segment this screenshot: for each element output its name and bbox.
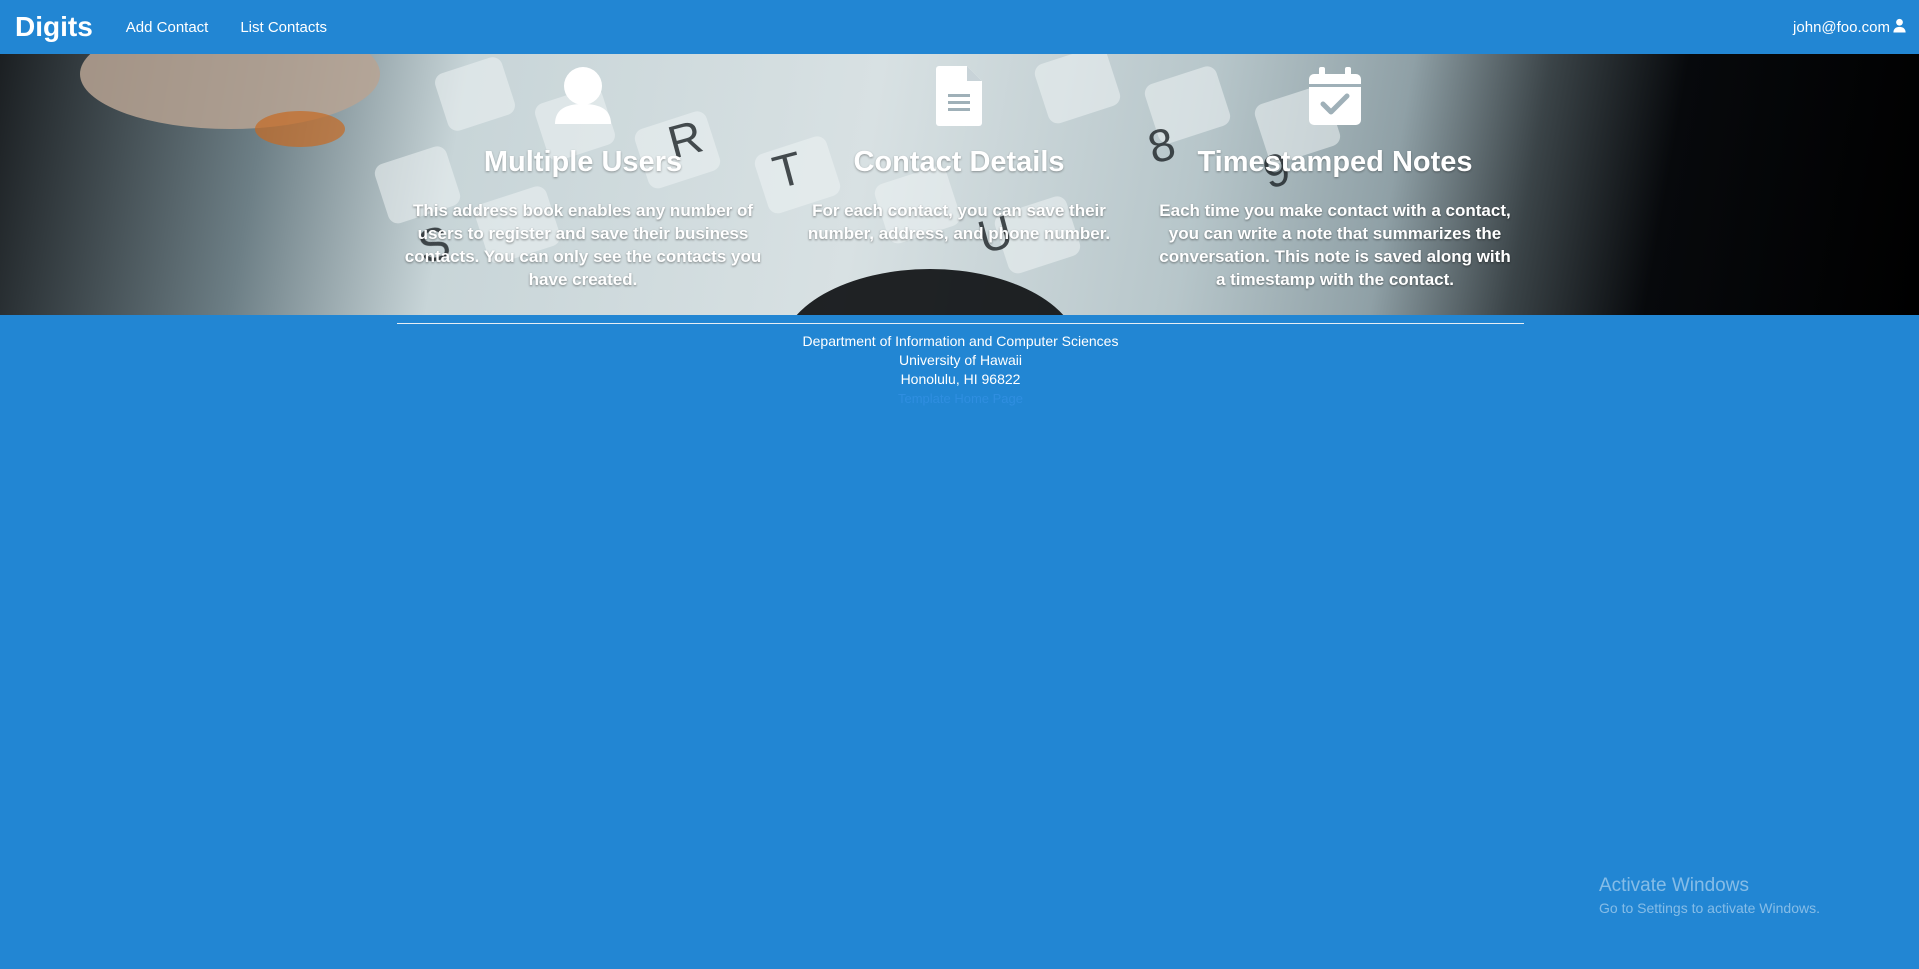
nav-list-contacts[interactable]: List Contacts xyxy=(240,19,327,36)
watermark-subtitle: Go to Settings to activate Windows. xyxy=(1599,900,1820,916)
feature-title: Multiple Users xyxy=(483,146,683,178)
calendar-check-icon xyxy=(1309,66,1361,126)
feature-title: Contact Details xyxy=(853,146,1065,178)
file-icon xyxy=(936,66,982,126)
watermark-title: Activate Windows xyxy=(1599,875,1749,896)
feature-description: This address book enables any number of … xyxy=(404,201,762,289)
feature-description: Each time you make contact with a contac… xyxy=(1159,201,1511,289)
footer-address: Honolulu, HI 96822 xyxy=(900,371,1021,387)
windows-activation-watermark: Activate Windows Go to Settings to activ… xyxy=(1599,875,1820,916)
feature-multiple-users: Multiple Users This address book enables… xyxy=(395,54,771,315)
features-row: Multiple Users This address book enables… xyxy=(395,54,1525,315)
navbar: Digits Add Contact List Contacts john@fo… xyxy=(0,0,1919,54)
user-menu[interactable]: john@foo.com xyxy=(1793,18,1907,37)
feature-description: For each contact, you can save their num… xyxy=(807,201,1111,243)
hero-banner: R T U 8 9 S Multiple Users This address … xyxy=(0,54,1919,315)
user-email: john@foo.com xyxy=(1793,19,1890,36)
template-home-link[interactable]: Template Home Page xyxy=(397,389,1524,408)
user-icon xyxy=(553,66,613,126)
feature-timestamped-notes: Timestamped Notes Each time you make con… xyxy=(1147,54,1523,315)
footer-department: Department of Information and Computer S… xyxy=(802,333,1119,349)
footer: Department of Information and Computer S… xyxy=(397,323,1524,408)
feature-contact-details: Contact Details For each contact, you ca… xyxy=(771,54,1147,315)
footer-university: University of Hawaii xyxy=(899,352,1022,368)
nav-add-contact[interactable]: Add Contact xyxy=(126,19,209,36)
brand-logo[interactable]: Digits xyxy=(15,11,93,43)
user-icon xyxy=(1892,18,1907,37)
feature-title: Timestamped Notes xyxy=(1197,146,1473,178)
